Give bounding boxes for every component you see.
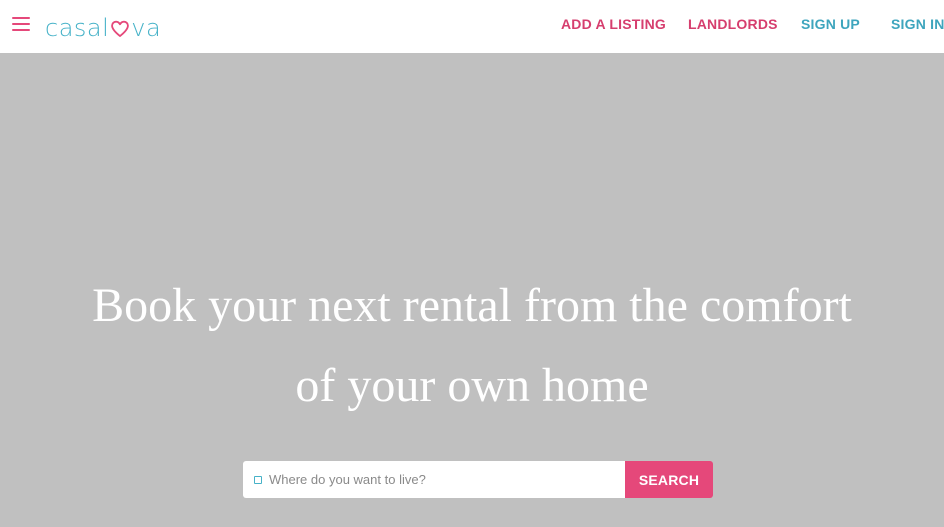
- sign-in-link[interactable]: SIGN IN: [891, 16, 944, 32]
- location-search-input[interactable]: [263, 461, 618, 498]
- add-a-listing-link[interactable]: ADD A LISTING: [561, 16, 666, 32]
- logo-text-end: va: [131, 14, 162, 42]
- landlords-link[interactable]: LANDLORDS: [688, 16, 778, 32]
- hero-title-line-2: of your own home: [295, 359, 649, 412]
- sign-up-link[interactable]: SIGN UP: [801, 16, 860, 32]
- top-navbar: casal va ADD A LISTING LANDLORDS SIGN UP…: [0, 0, 944, 53]
- menu-bar-top: [12, 17, 30, 19]
- hero-title-line-1: Book your next rental from the comfort: [92, 279, 852, 332]
- logo-text-start: casal: [45, 14, 110, 42]
- hamburger-menu-icon[interactable]: [10, 14, 32, 34]
- menu-bar-middle: [12, 23, 30, 25]
- location-checkbox-icon: [254, 476, 262, 484]
- casalova-logo[interactable]: casal va: [45, 6, 161, 40]
- search-button[interactable]: SEARCH: [625, 461, 713, 498]
- menu-bar-bottom: [12, 29, 30, 31]
- location-search-box[interactable]: [243, 461, 625, 498]
- heart-icon: [111, 20, 130, 37]
- hero-title: Book your next rental from the comfort o…: [0, 266, 944, 426]
